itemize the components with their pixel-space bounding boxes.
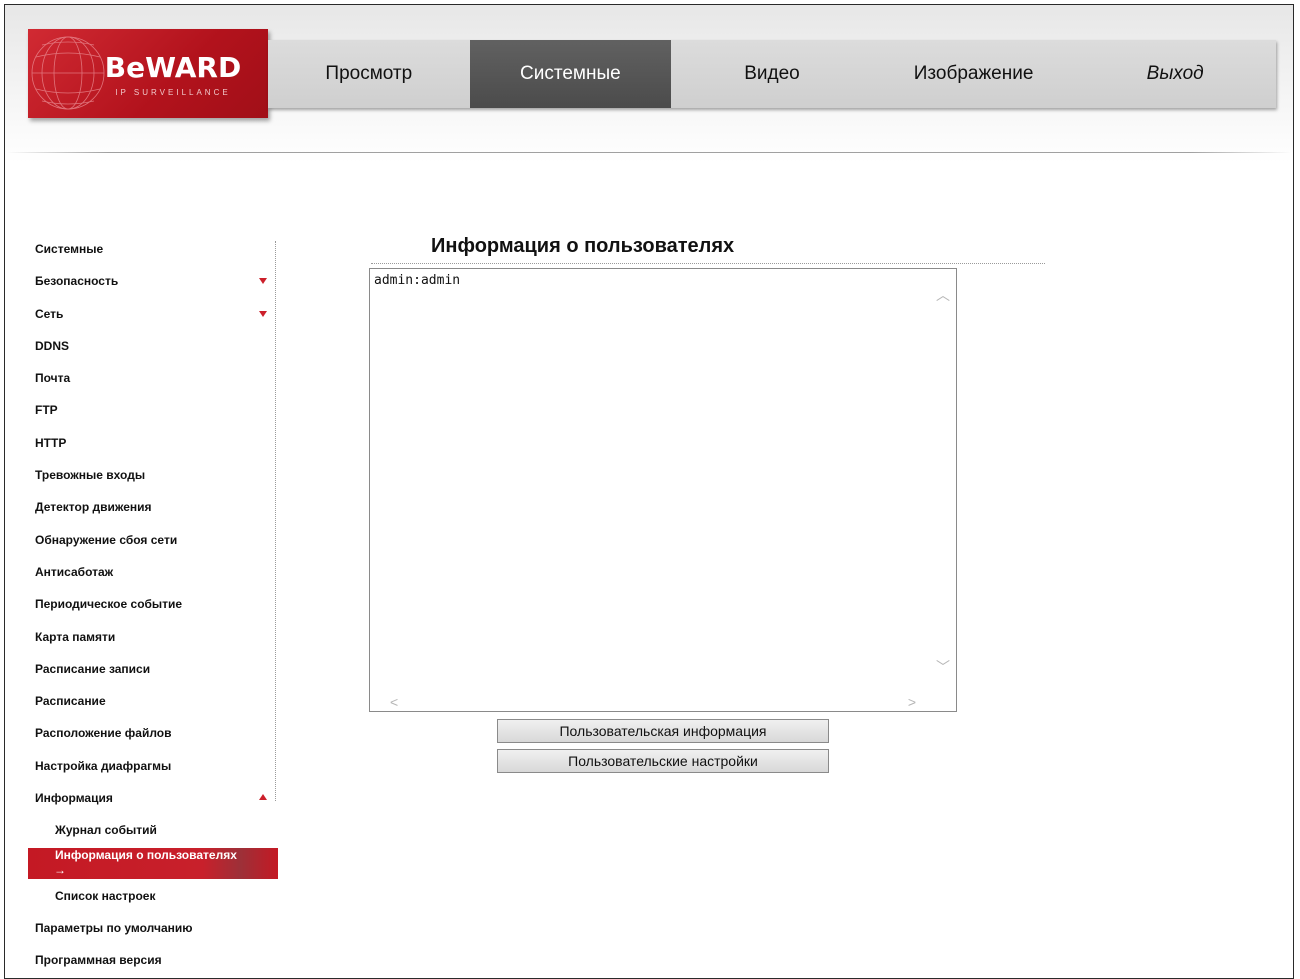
- sidebar-item-motion-detector[interactable]: Детектор движения: [28, 491, 278, 523]
- sidebar-item-label: Расписание: [35, 694, 106, 709]
- logo-subtitle: IP SURVEILLANCE: [115, 88, 231, 97]
- sidebar-item-label: DDNS: [35, 338, 70, 353]
- title-divider: [371, 263, 1045, 264]
- user-settings-button[interactable]: Пользовательские настройки: [497, 749, 829, 773]
- sidebar-item-information[interactable]: Информация: [28, 782, 278, 814]
- tab-exit[interactable]: Выход: [1074, 40, 1276, 108]
- sidebar-item-label: Безопасность: [35, 274, 119, 289]
- sidebar-item-network-failure[interactable]: Обнаружение сбоя сети: [28, 524, 278, 556]
- sidebar-item-alarm-inputs[interactable]: Тревожные входы: [28, 459, 278, 491]
- sidebar-item-label: Информация: [35, 791, 113, 806]
- expand-arrow-icon: [259, 310, 267, 317]
- sidebar-item-label: Список настроек: [55, 888, 156, 903]
- sidebar-item-label: Антисаботаж: [35, 564, 114, 579]
- sidebar-item-settings-list[interactable]: Список настроек: [28, 880, 278, 912]
- logo-text: BeWARD: [104, 51, 242, 84]
- page-title: Информация о пользователях: [431, 235, 735, 257]
- tab-image[interactable]: Изображение: [872, 40, 1075, 108]
- sidebar-item-tamper[interactable]: Антисаботаж: [28, 556, 278, 588]
- sidebar-item-iris-settings[interactable]: Настройка диафрагмы: [28, 750, 278, 782]
- tab-video[interactable]: Видео: [671, 40, 873, 108]
- sidebar-item-label: Расписание записи: [35, 661, 151, 676]
- chevron-left-icon[interactable]: <: [390, 694, 398, 710]
- sidebar-item-label: Настройка диафрагмы: [35, 758, 172, 773]
- sidebar-item-label: Обнаружение сбоя сети: [35, 532, 178, 547]
- sidebar-item-memory-card[interactable]: Карта памяти: [28, 621, 278, 653]
- sidebar-item-label: Системные: [35, 242, 104, 256]
- tab-system[interactable]: Системные: [469, 40, 672, 108]
- sidebar-item-ftp[interactable]: FTP: [28, 394, 278, 426]
- sidebar-item-label: Расположение файлов: [35, 726, 172, 741]
- expand-arrow-icon: [259, 278, 267, 285]
- sidebar-item-ddns[interactable]: DDNS: [28, 330, 278, 362]
- user-info-button[interactable]: Пользовательская информация: [497, 719, 829, 743]
- sidebar-item-label: Почта: [35, 371, 71, 386]
- header-divider: [5, 152, 1293, 153]
- sidebar-item-label: Карта памяти: [35, 629, 116, 644]
- sidebar-item-periodic-event[interactable]: Периодическое событие: [28, 588, 278, 620]
- sidebar-item-label: Программная версия: [35, 953, 162, 968]
- top-navigation: Просмотр Системные Видео Изображение Вых…: [268, 40, 1276, 108]
- sidebar-item-mail[interactable]: Почта: [28, 362, 278, 394]
- sidebar-item-label: Параметры по умолчанию: [35, 920, 193, 935]
- sidebar-item-schedule[interactable]: Расписание: [28, 685, 278, 717]
- arrow-right-icon: →: [54, 862, 66, 877]
- sidebar-item-label: Информация о пользователях: [55, 847, 237, 862]
- chevron-up-icon[interactable]: ︿: [936, 285, 950, 305]
- sidebar-item-label: Сеть: [35, 306, 64, 321]
- sidebar-item-defaults[interactable]: Параметры по умолчанию: [28, 912, 278, 944]
- sidebar-item-label: Журнал событий: [55, 823, 157, 838]
- sidebar-item-http[interactable]: HTTP: [28, 427, 278, 459]
- sidebar-item-label: HTTP: [35, 435, 67, 450]
- sidebar-item-label: Периодическое событие: [35, 597, 183, 612]
- collapse-arrow-icon: [259, 794, 267, 801]
- chevron-right-icon[interactable]: >: [908, 694, 916, 710]
- sidebar-item-system[interactable]: Системные: [28, 233, 278, 265]
- sidebar-item-event-log[interactable]: Журнал событий: [28, 814, 278, 846]
- sidebar: Системные Безопасность Сеть DDNS Почта F…: [28, 233, 278, 977]
- sidebar-item-label: Детектор движения: [35, 500, 152, 515]
- user-info-textarea[interactable]: admin:admin ︿ ﹀ < >: [369, 268, 957, 712]
- sidebar-item-file-location[interactable]: Расположение файлов: [28, 717, 278, 749]
- page-frame: BeWARD IP SURVEILLANCE Просмотр Системны…: [4, 4, 1294, 979]
- sidebar-item-security[interactable]: Безопасность: [28, 265, 278, 297]
- sidebar-item-label: FTP: [35, 403, 58, 418]
- tab-view[interactable]: Просмотр: [268, 40, 470, 108]
- sidebar-item-user-info[interactable]: Информация о пользователях →: [28, 847, 278, 879]
- sidebar-item-record-schedule[interactable]: Расписание записи: [28, 653, 278, 685]
- sidebar-item-network[interactable]: Сеть: [28, 298, 278, 330]
- sidebar-item-firmware-version[interactable]: Программная версия: [28, 944, 278, 976]
- chevron-down-icon[interactable]: ﹀: [936, 657, 950, 677]
- sidebar-item-label: Тревожные входы: [35, 468, 146, 483]
- user-info-text: admin:admin: [374, 273, 461, 288]
- beward-logo[interactable]: BeWARD IP SURVEILLANCE: [28, 29, 268, 118]
